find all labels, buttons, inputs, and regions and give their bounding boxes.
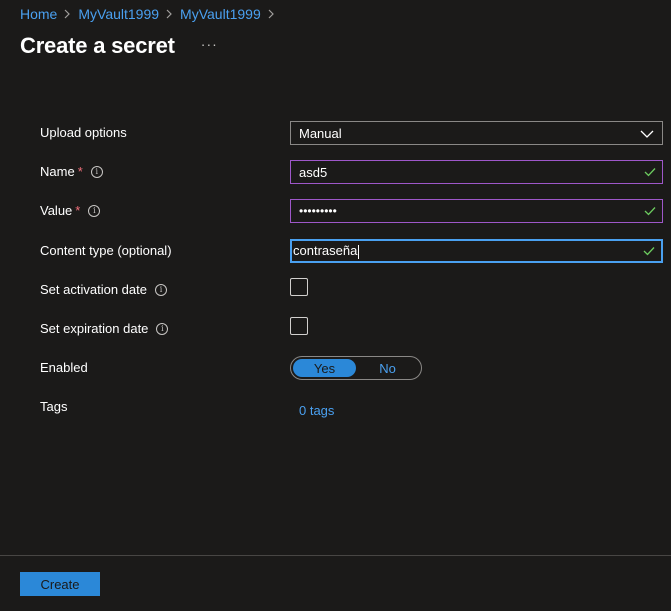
info-icon[interactable]: i bbox=[154, 283, 167, 296]
value-control: ••••••••• bbox=[290, 199, 663, 223]
info-icon[interactable]: i bbox=[88, 204, 101, 217]
checkmark-icon bbox=[643, 244, 655, 259]
page-title: Create a secret bbox=[20, 33, 175, 58]
content-type-label: Content type (optional) bbox=[40, 243, 172, 258]
footer-divider bbox=[0, 555, 671, 556]
name-label-text: Name bbox=[40, 164, 75, 179]
content-type-value: contraseña bbox=[293, 243, 358, 259]
info-icon[interactable]: i bbox=[90, 165, 103, 178]
checkmark-icon bbox=[644, 165, 656, 180]
enabled-toggle: Yes No bbox=[290, 356, 422, 380]
upload-options-label: Upload options bbox=[40, 125, 127, 140]
content-type-label-text: Content type (optional) bbox=[40, 243, 172, 258]
activation-date-checkbox[interactable] bbox=[290, 278, 308, 296]
secret-value-field[interactable]: ••••••••• bbox=[290, 199, 663, 223]
enabled-label: Enabled bbox=[40, 360, 88, 375]
secret-value-masked: ••••••••• bbox=[299, 204, 337, 218]
chevron-down-icon bbox=[640, 126, 654, 141]
chevron-right-icon bbox=[64, 9, 71, 19]
upload-options-value: Manual bbox=[299, 125, 342, 141]
enabled-label-text: Enabled bbox=[40, 360, 88, 375]
checkmark-icon bbox=[644, 204, 656, 219]
expiration-date-checkbox[interactable] bbox=[290, 317, 308, 335]
chevron-right-icon bbox=[166, 9, 173, 19]
activation-date-label-text: Set activation date bbox=[40, 282, 147, 297]
breadcrumb-vault[interactable]: MyVault1999 bbox=[78, 6, 159, 22]
upload-options-control: Manual bbox=[290, 121, 663, 145]
create-button[interactable]: Create bbox=[20, 572, 100, 596]
upload-options-dropdown[interactable]: Manual bbox=[290, 121, 663, 145]
breadcrumb: Home MyVault1999 MyVault1999 bbox=[20, 6, 282, 22]
value-label-text: Value bbox=[40, 203, 73, 218]
required-indicator: * bbox=[75, 203, 81, 218]
expiration-date-control bbox=[290, 317, 308, 335]
text-caret bbox=[358, 244, 360, 259]
enabled-no-option[interactable]: No bbox=[356, 359, 419, 377]
enabled-control: Yes No bbox=[290, 356, 422, 380]
tags-label: Tags bbox=[40, 399, 67, 414]
title-row: Create a secret ··· bbox=[20, 33, 218, 59]
breadcrumb-vault-secrets[interactable]: MyVault1999 bbox=[180, 6, 261, 22]
tags-link[interactable]: 0 tags bbox=[299, 403, 334, 418]
upload-options-label-text: Upload options bbox=[40, 125, 127, 140]
activation-date-control bbox=[290, 278, 308, 296]
content-type-value-wrap: contraseña bbox=[293, 243, 360, 259]
required-indicator: * bbox=[77, 164, 83, 179]
value-label: Value * i bbox=[40, 203, 101, 218]
content-type-control: contraseña bbox=[290, 239, 663, 263]
chevron-right-icon bbox=[268, 9, 275, 19]
content-type-field[interactable]: contraseña bbox=[290, 239, 663, 263]
expiration-date-label-text: Set expiration date bbox=[40, 321, 149, 336]
name-field-value: asd5 bbox=[299, 164, 328, 180]
expiration-date-label: Set expiration date i bbox=[40, 321, 169, 336]
name-control: asd5 bbox=[290, 160, 663, 184]
breadcrumb-home[interactable]: Home bbox=[20, 6, 57, 22]
name-label: Name * i bbox=[40, 164, 103, 179]
tags-control: 0 tags bbox=[299, 402, 334, 420]
create-secret-page: Home MyVault1999 MyVault1999 Create a se… bbox=[0, 0, 671, 611]
name-field[interactable]: asd5 bbox=[290, 160, 663, 184]
tags-label-text: Tags bbox=[40, 399, 68, 414]
info-icon[interactable]: i bbox=[156, 322, 169, 335]
more-options-button[interactable]: ··· bbox=[201, 36, 218, 52]
activation-date-label: Set activation date i bbox=[40, 282, 167, 297]
enabled-yes-option[interactable]: Yes bbox=[293, 359, 356, 377]
